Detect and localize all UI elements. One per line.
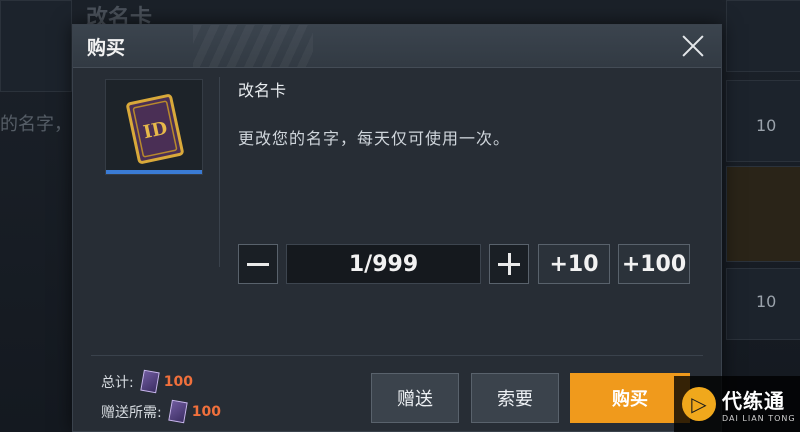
bg-coin-value-1: 10	[756, 116, 777, 135]
gift-cost-row: 赠送所需: 100	[101, 399, 221, 424]
id-card-icon: ID	[126, 94, 184, 164]
watermark-name: 代练通	[722, 389, 785, 413]
watermark-subtitle: DAI LIAN TONG	[722, 414, 796, 423]
bg-snippet: 的名字，	[0, 114, 72, 135]
increase-quantity-button[interactable]	[489, 244, 529, 284]
gift-cost-label: 赠送所需:	[101, 404, 162, 421]
add-10-button[interactable]: +10	[538, 244, 610, 284]
logo-mark-icon: ▷	[682, 387, 716, 421]
vertical-divider	[219, 77, 220, 267]
total-cost-label: 总计:	[101, 374, 134, 391]
total-cost-value: 100	[163, 373, 193, 390]
header-stripes	[193, 25, 313, 67]
gift-cost-value: 100	[191, 403, 221, 420]
request-button[interactable]: 索要	[471, 373, 559, 423]
item-description: 更改您的名字，每天仅可使用一次。	[238, 129, 511, 148]
card-currency-icon	[168, 399, 188, 424]
gift-button[interactable]: 赠送	[371, 373, 459, 423]
bg-coin-value-2: 10	[756, 292, 777, 311]
item-name: 改名卡	[238, 81, 287, 100]
bg-card-top-right[interactable]	[726, 0, 800, 72]
dialog-title: 购买	[87, 37, 126, 59]
bg-card-left	[0, 0, 72, 92]
bg-card-badge[interactable]	[726, 166, 800, 262]
item-rarity-bar	[106, 170, 202, 174]
close-icon[interactable]	[679, 32, 707, 60]
dialog-header: 购买	[73, 25, 721, 68]
quantity-display[interactable]: 1/999	[286, 244, 481, 284]
card-currency-icon	[140, 369, 160, 394]
buy-button[interactable]: 购买	[570, 373, 690, 423]
item-thumbnail: ID	[105, 79, 203, 175]
horizontal-divider	[91, 355, 703, 356]
total-cost-row: 总计: 100	[101, 369, 193, 394]
add-100-button[interactable]: +100	[618, 244, 690, 284]
purchase-dialog: 购买 ID 改名卡 更改您的名字，每天仅可使用一次。 1/999 +10 +10…	[72, 24, 722, 432]
decrease-quantity-button[interactable]	[238, 244, 278, 284]
watermark-logo: ▷ 代练通 DAI LIAN TONG	[674, 376, 800, 432]
